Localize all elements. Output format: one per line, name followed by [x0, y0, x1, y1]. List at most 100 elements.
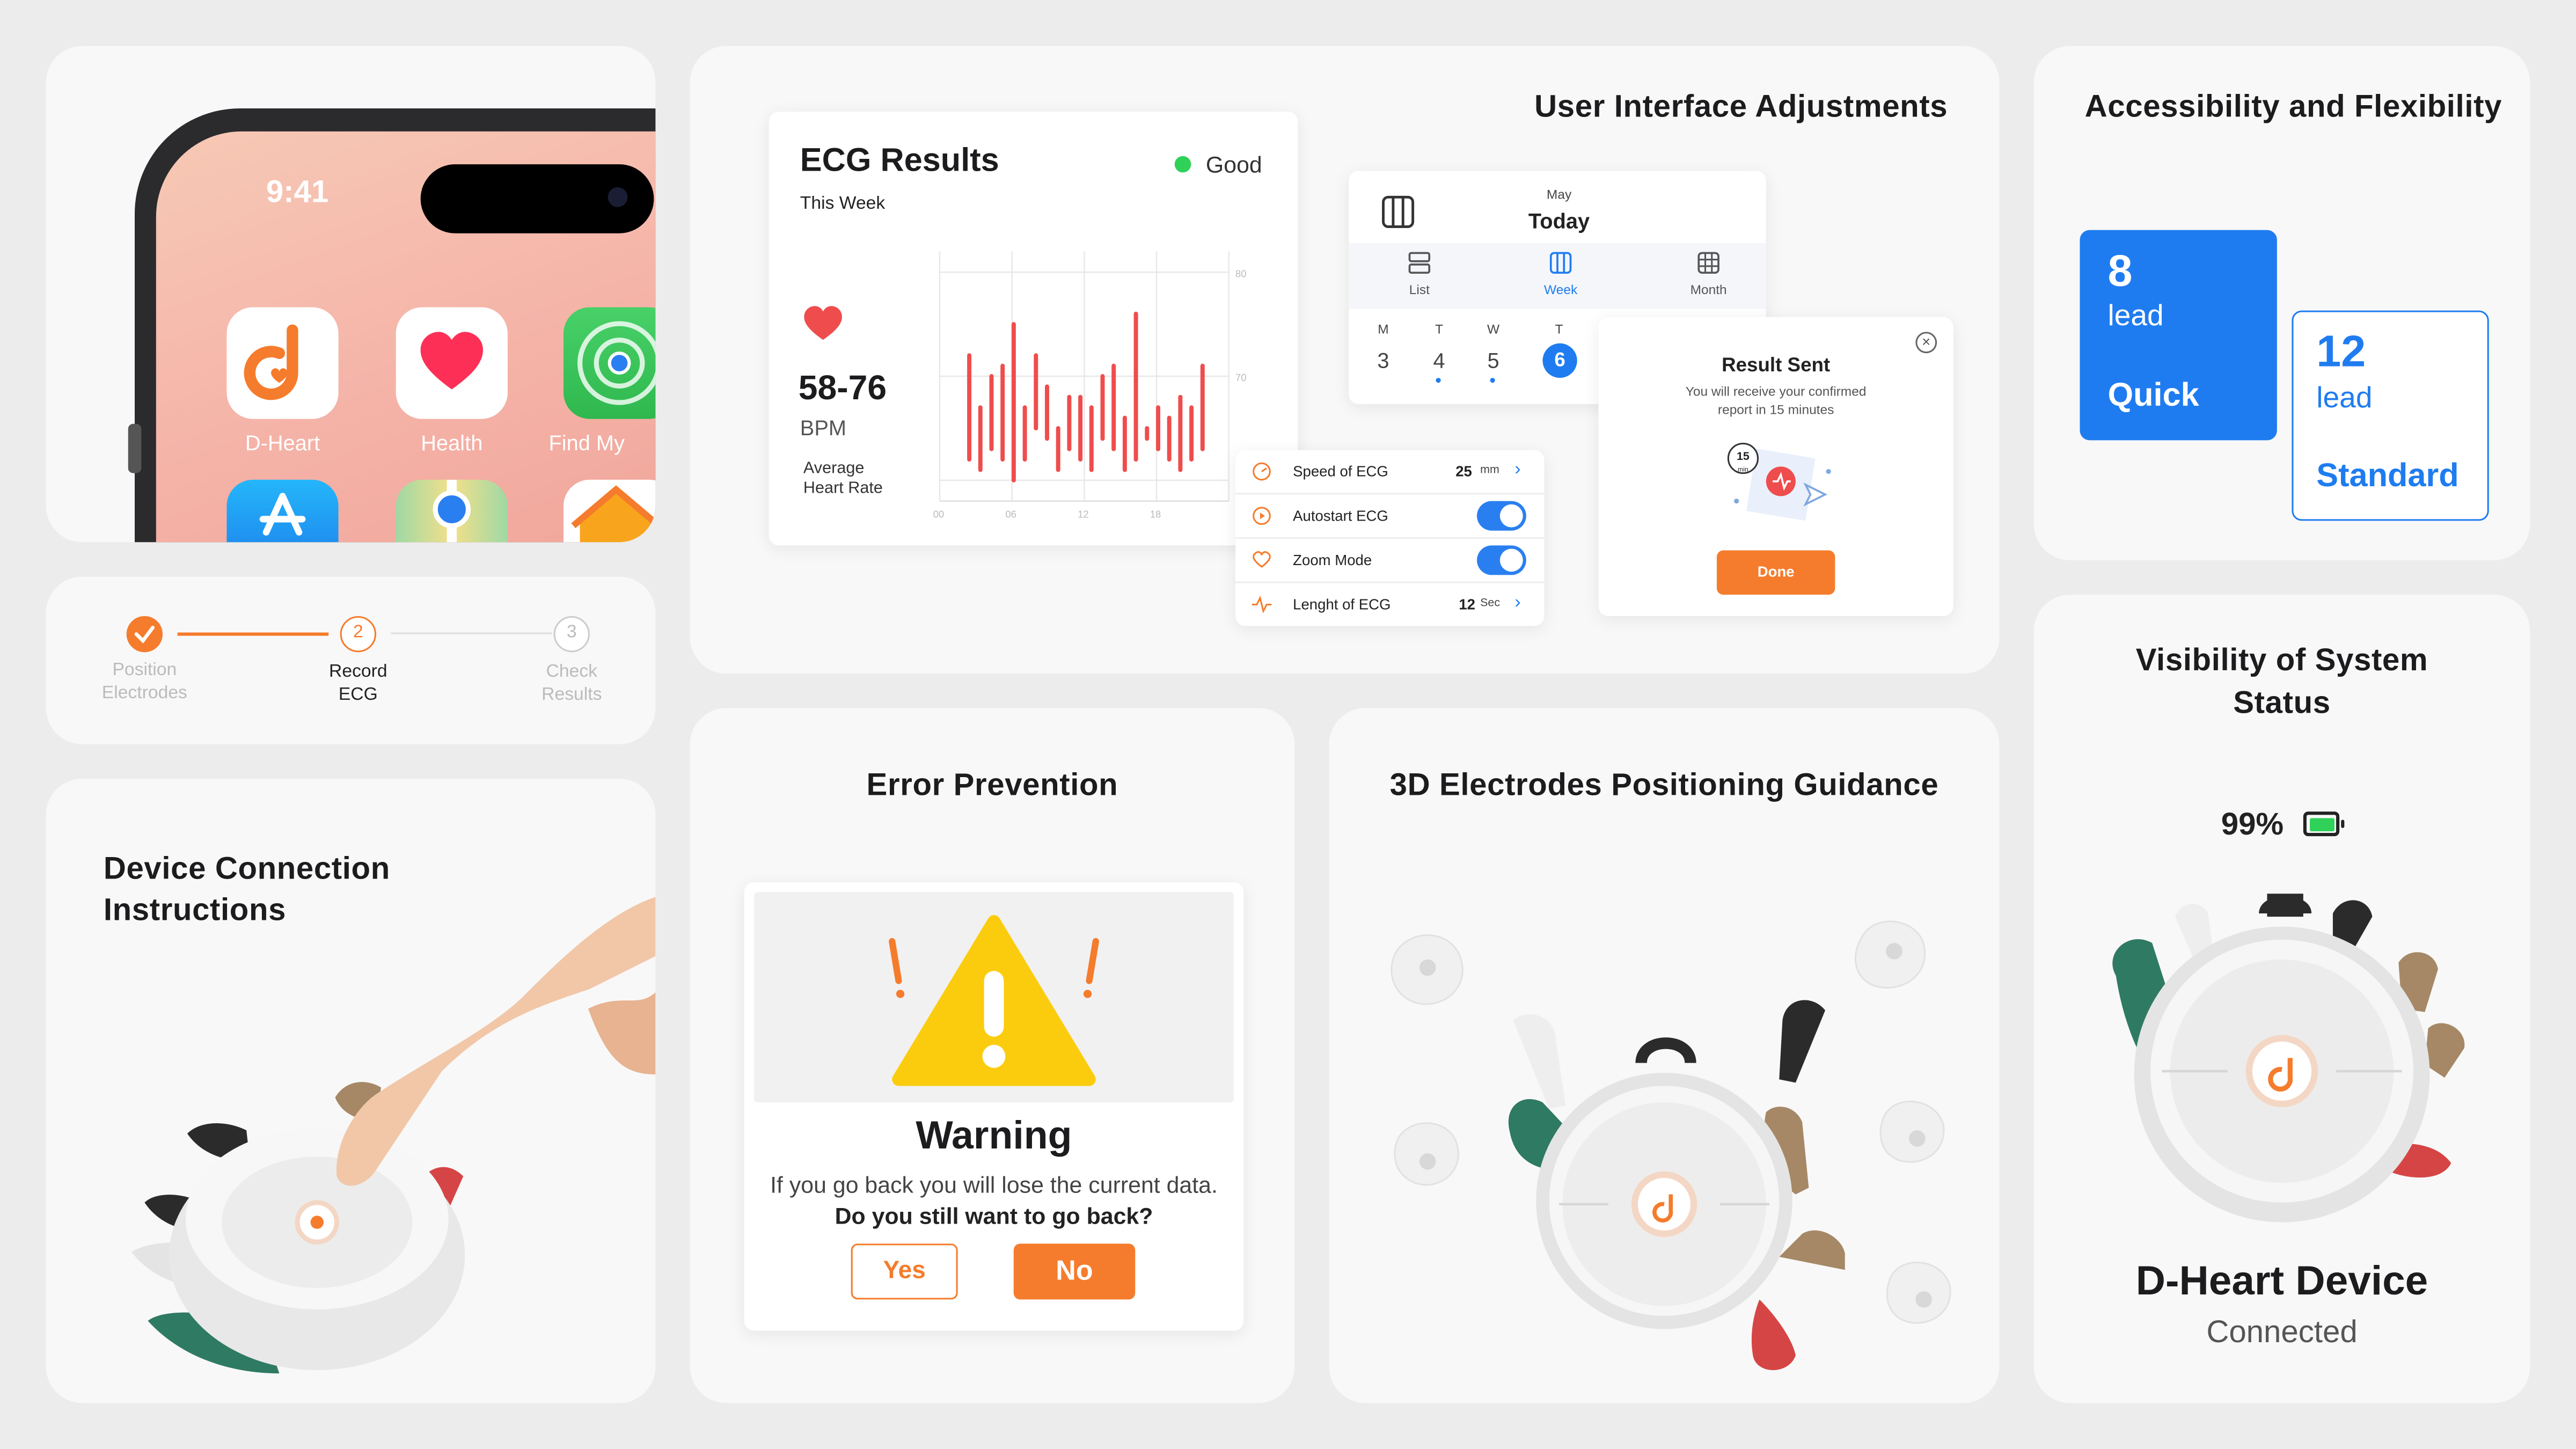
system-status-title: Visibility of System Status: [2135, 643, 2428, 721]
d-heart-app-label: D-Heart: [245, 430, 320, 455]
error-prevention-title: Error Prevention: [866, 769, 1118, 803]
list-view-icon[interactable]: [1406, 250, 1432, 276]
step-2-current[interactable]: 2: [340, 616, 377, 653]
chevron-right-icon: ›: [1514, 460, 1521, 480]
ecg-results-panel[interactable]: ECG Results Good This Week 58-76 BPM Ave…: [769, 112, 1298, 546]
status-time: 9:41: [266, 175, 329, 210]
step-1-label: Position Electrodes: [101, 660, 187, 704]
connected-device-illustration: [2112, 894, 2465, 1223]
step-2-label: Record ECG: [329, 662, 387, 705]
bpm-value: 58-76: [798, 369, 887, 408]
battery-percent: 99%: [2221, 808, 2284, 843]
x-tick-label: 12: [1078, 508, 1088, 519]
settings-panel[interactable]: Speed of ECG 25 mm › Autostart ECG Zoom …: [1235, 450, 1545, 626]
day-letter: T: [1555, 321, 1563, 337]
report-sent-illustration: [1727, 442, 1831, 521]
settings-row[interactable]: Autostart ECG: [1235, 494, 1545, 539]
check-icon: [134, 626, 155, 643]
day-number[interactable]: 5: [1482, 348, 1505, 373]
ecg-period: This Week: [800, 194, 885, 214]
setting-label: Autostart ECG: [1293, 507, 1388, 524]
timer-badge: 15: [1736, 451, 1750, 464]
close-icon[interactable]: ×: [1915, 332, 1937, 354]
day-letter: T: [1435, 321, 1444, 337]
view-month[interactable]: Month: [1684, 283, 1733, 298]
settings-row[interactable]: Zoom Mode: [1235, 539, 1545, 583]
electrodes-card: 3D Electrodes Positioning Guidance: [1329, 708, 2000, 1403]
app-store-icon[interactable]: [226, 479, 339, 543]
step-3-number: 3: [566, 623, 577, 642]
device-connection-card: Device Connection Instructions: [46, 779, 656, 1403]
day-letter: M: [1378, 321, 1389, 337]
connection-state: Connected: [2206, 1316, 2358, 1351]
d-heart-app-icon[interactable]: [226, 307, 339, 419]
step-3-pending[interactable]: 3: [553, 616, 590, 653]
month-view-icon[interactable]: [1695, 250, 1722, 276]
standard-lead-count: 12: [2316, 327, 2366, 377]
health-app-icon[interactable]: [396, 307, 508, 419]
settings-row[interactable]: Speed of ECG 25 mm ›: [1235, 450, 1545, 495]
heart-icon: [804, 306, 842, 340]
day-number[interactable]: 4: [1428, 348, 1451, 373]
avg-heart-rate-label: Average Heart Rate: [803, 460, 883, 498]
warning-heading: Warning: [916, 1114, 1072, 1159]
warning-message: If you go back you will lose the current…: [767, 1170, 1221, 1232]
device-name: D-Heart Device: [2135, 1258, 2428, 1305]
ecg-bar-chart: 80706000061218: [933, 251, 1246, 519]
autostart-icon: [1253, 507, 1271, 525]
day-number[interactable]: 3: [1372, 348, 1395, 373]
no-button[interactable]: No: [1013, 1243, 1136, 1300]
zoom-mode-toggle[interactable]: [1477, 545, 1526, 575]
setting-label: Speed of ECG: [1293, 463, 1388, 480]
battery-cap: [2341, 819, 2345, 828]
phone-card: 9:41 D-Heart Health Find My: [46, 46, 656, 543]
pulse-icon: [1252, 595, 1272, 614]
quick-label: Quick: [2107, 378, 2199, 414]
x-tick-label: 06: [1005, 508, 1016, 519]
ecg-results-title: ECG Results: [800, 143, 999, 179]
yes-button[interactable]: Yes: [851, 1243, 958, 1300]
standard-label: Standard: [2316, 458, 2459, 495]
y-tick-label: 70: [1235, 372, 1246, 383]
home-app-icon[interactable]: [563, 479, 656, 543]
week-view-icon[interactable]: [1548, 250, 1574, 276]
timer-badge-unit: min: [1738, 465, 1748, 473]
camera-icon: [608, 187, 628, 207]
step-1-done[interactable]: [126, 616, 163, 653]
done-button[interactable]: Done: [1716, 550, 1835, 595]
autostart-toggle[interactable]: [1477, 501, 1526, 531]
find-my-app-label: Find My: [548, 430, 625, 455]
warning-dialog[interactable]: Warning If you go back you will lose the…: [744, 882, 1244, 1331]
ui-adjustments-card: User Interface Adjustments ECG Results G…: [690, 46, 2000, 674]
settings-row[interactable]: Lenght of ECG 12 Sec ›: [1235, 583, 1545, 626]
calendar-today: Today: [1528, 208, 1590, 233]
result-sent-modal[interactable]: × Result Sent You will receive your conf…: [1598, 317, 1953, 616]
maps-icon[interactable]: [396, 479, 508, 543]
warning-triangle-icon: [889, 915, 1099, 1086]
day-letter: W: [1487, 321, 1500, 337]
speed-icon: [1253, 462, 1271, 481]
setting-value: 12: [1459, 596, 1476, 613]
error-prevention-card: Error Prevention Warning If you go back …: [690, 708, 1295, 1403]
slide: 9:41 D-Heart Health Find My Position Ele…: [0, 0, 2576, 1449]
standard-12-lead-option[interactable]: 12 lead Standard: [2292, 310, 2489, 521]
day-number-selected[interactable]: 6: [1542, 348, 1577, 371]
health-app-label: Health: [421, 430, 483, 455]
bpm-unit: BPM: [800, 415, 847, 441]
warning-question: Do you still want to go back?: [835, 1202, 1153, 1229]
step-3-label: Check Results: [541, 662, 602, 705]
electrodes-device-illustration: [1391, 920, 1951, 1371]
chevron-right-icon: ›: [1514, 593, 1521, 613]
event-dot-icon: [1490, 378, 1495, 383]
event-dot-icon: [1436, 378, 1441, 383]
find-my-app-icon[interactable]: [563, 307, 656, 419]
setting-label: Zoom Mode: [1293, 552, 1372, 569]
quick-8-lead-option[interactable]: 8 lead Quick: [2080, 230, 2277, 441]
x-tick-label: 18: [1150, 508, 1161, 519]
setting-unit: mm: [1480, 465, 1499, 477]
status-dot-icon: [1174, 156, 1191, 173]
view-week[interactable]: Week: [1536, 283, 1585, 298]
setting-unit: Sec: [1480, 598, 1501, 610]
ui-adjustments-title: User Interface Adjustments: [1534, 90, 1948, 125]
view-list[interactable]: List: [1395, 283, 1444, 298]
